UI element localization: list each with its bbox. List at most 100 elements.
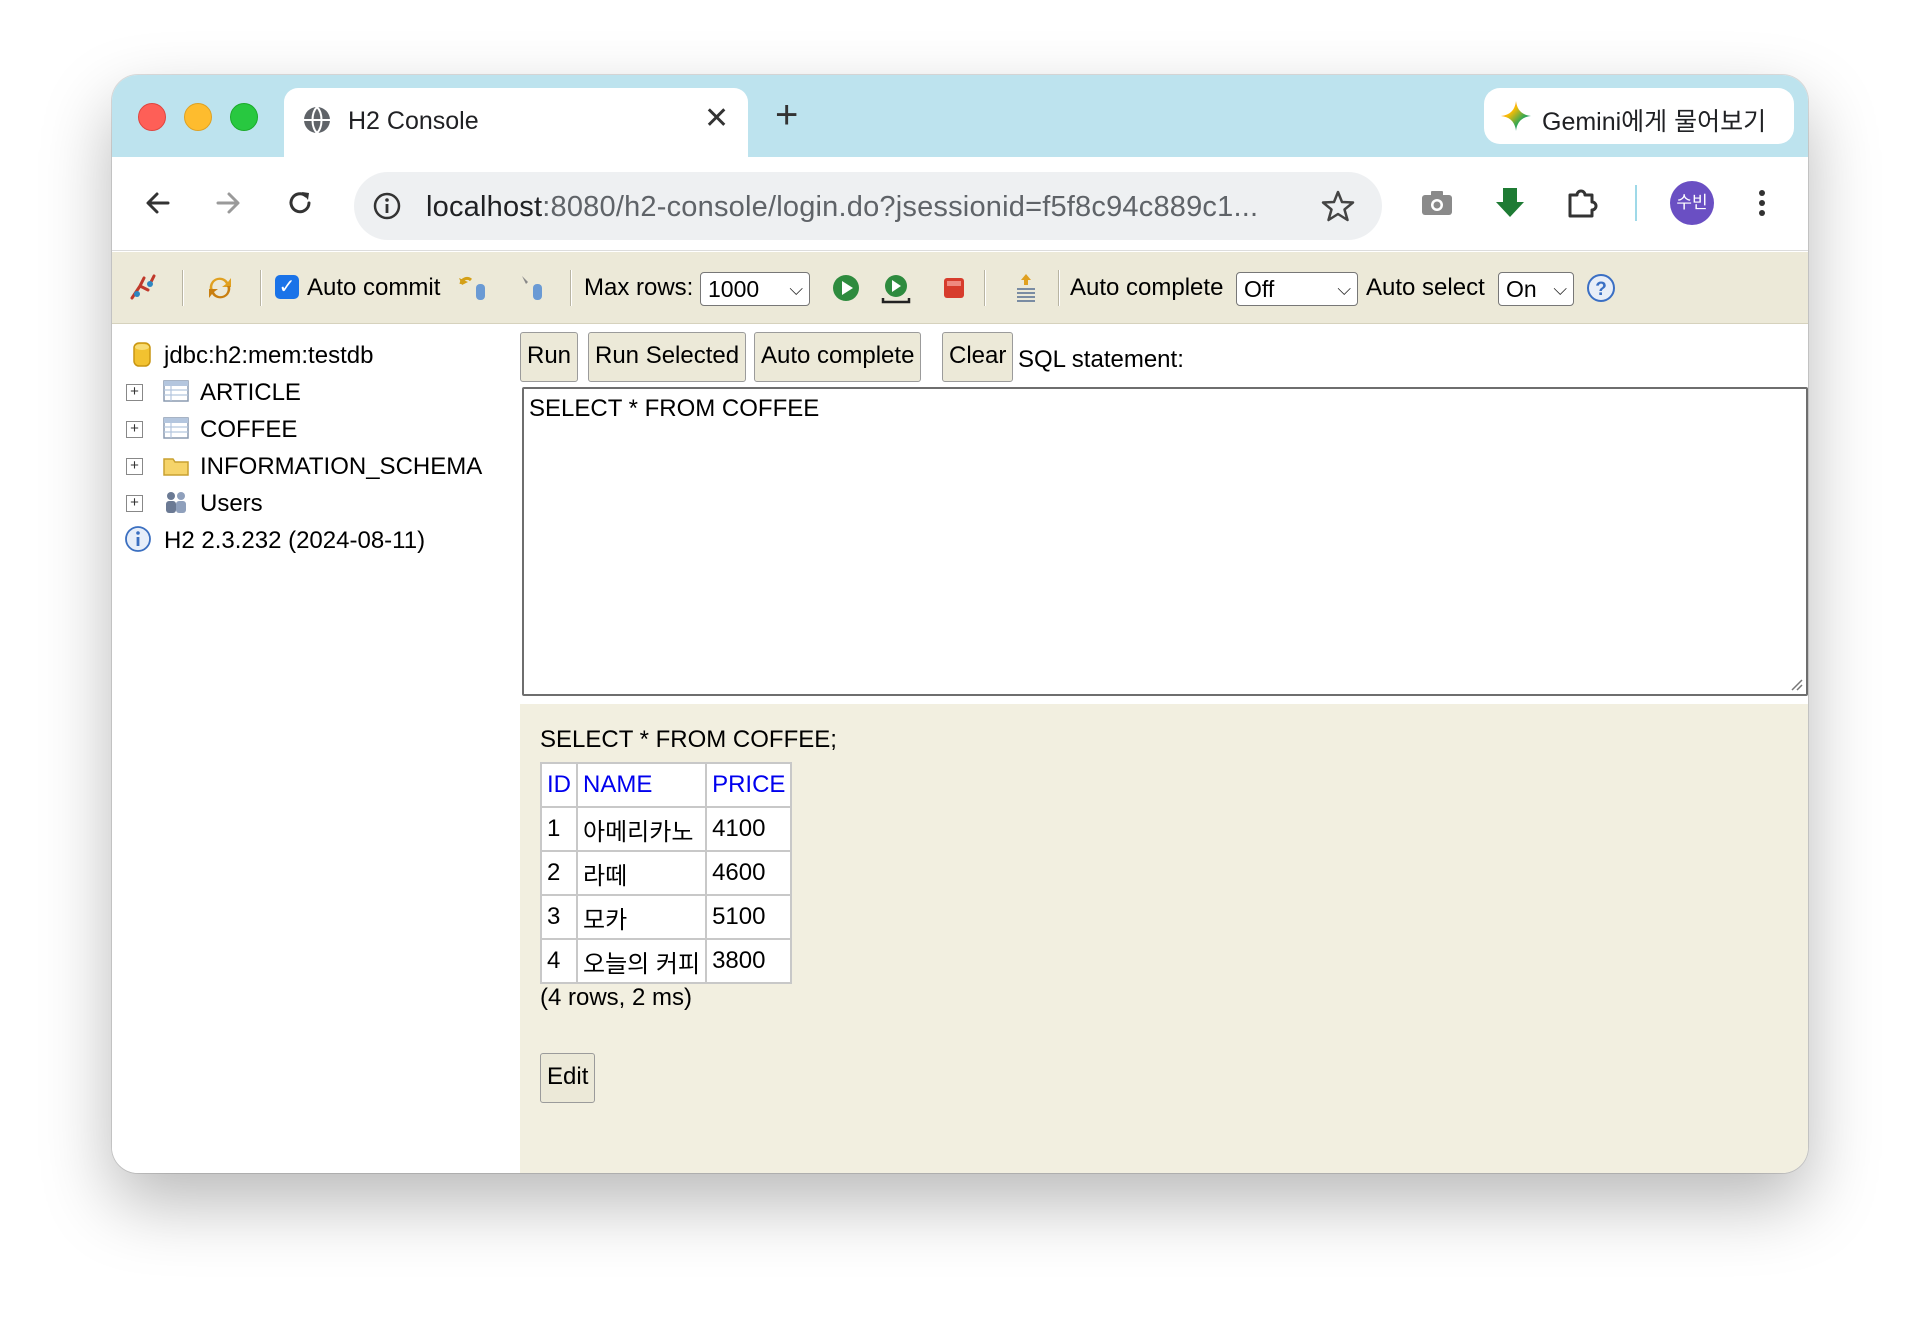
tab-close-icon[interactable]: ✕ (704, 102, 729, 136)
bookmark-star-icon[interactable] (1320, 188, 1356, 224)
site-info-icon[interactable] (372, 191, 402, 221)
table-icon (163, 417, 189, 439)
url-host: localhost (426, 191, 543, 223)
sql-statement-label: SQL statement: (1018, 346, 1184, 373)
download-icon[interactable] (1490, 183, 1530, 223)
chevron-down-icon: ⌵ (1337, 279, 1351, 299)
address-bar[interactable]: localhost:8080/h2-console/login.do?jsess… (354, 172, 1382, 240)
query-pane: Run Run Selected Auto complete Clear SQL… (520, 324, 1808, 1173)
commit-icon[interactable] (516, 272, 548, 304)
tab-h2-console[interactable]: H2 Console ✕ (284, 88, 748, 157)
cell-id: 3 (540, 894, 578, 940)
camera-icon[interactable] (1417, 183, 1457, 223)
expand-icon[interactable]: + (126, 421, 143, 438)
table-icon (163, 380, 189, 402)
cancel-icon[interactable] (938, 272, 970, 304)
new-tab-button[interactable]: + (775, 95, 798, 135)
max-rows-select[interactable]: 1000 ⌵ (700, 272, 810, 306)
auto-complete-label: Auto complete (1070, 274, 1224, 301)
cell-name: 오늘의 커피 (575, 938, 708, 984)
connection-label: jdbc:h2:mem:testdb (164, 342, 374, 369)
svg-text:?: ? (1595, 279, 1607, 300)
toolbar-separator (984, 270, 986, 306)
chevron-down-icon: ⌵ (789, 279, 803, 299)
cell-name: 모카 (575, 894, 708, 940)
table-row: 2 라떼 4600 (540, 850, 793, 896)
cell-name: 아메리카노 (575, 806, 708, 852)
tree-item-label: ARTICLE (200, 379, 301, 406)
auto-complete-select[interactable]: Off ⌵ (1236, 272, 1358, 306)
result-table: ID NAME PRICE 1 아메리카노 4100 2 라떼 4600 3 모… (540, 762, 793, 984)
edit-button[interactable]: Edit (540, 1053, 596, 1103)
auto-complete-button[interactable]: Auto complete (754, 332, 922, 382)
gemini-button[interactable]: Gemini에게 물어보기 (1484, 88, 1794, 144)
globe-icon (304, 106, 330, 134)
expand-icon[interactable]: + (126, 384, 143, 401)
help-icon[interactable]: ? (1585, 272, 1617, 304)
browser-window: H2 Console ✕ + Gemini에게 물어보기 localhost:8… (112, 75, 1808, 1173)
table-row: 4 오늘의 커피 3800 (540, 938, 793, 984)
cell-price: 5100 (705, 894, 793, 940)
resize-grip-icon[interactable] (1789, 677, 1803, 691)
info-icon (125, 526, 151, 552)
column-header[interactable]: NAME (575, 762, 708, 808)
navigation-bar: localhost:8080/h2-console/login.do?jsess… (112, 157, 1808, 251)
expand-icon[interactable]: + (126, 458, 143, 475)
cell-id: 1 (540, 806, 578, 852)
tab-strip: H2 Console ✕ + Gemini에게 물어보기 (112, 75, 1808, 157)
back-icon[interactable] (138, 183, 178, 223)
result-summary: (4 rows, 2 ms) (540, 984, 693, 1011)
auto-select-select[interactable]: On ⌵ (1498, 272, 1574, 306)
run-button[interactable]: Run (520, 332, 579, 382)
url-path: :8080/h2-console/login.do?jsessionid=f5f… (542, 191, 1259, 223)
tab-title: H2 Console (348, 107, 479, 135)
max-rows-value: 1000 (708, 276, 760, 302)
table-header-row: ID NAME PRICE (540, 762, 793, 808)
history-icon[interactable] (1010, 272, 1042, 304)
tree-item-label: COFFEE (200, 416, 298, 443)
toolbar-separator (182, 270, 184, 306)
clear-button[interactable]: Clear (942, 332, 1014, 382)
auto-commit-label: Auto commit (307, 274, 441, 301)
expand-icon[interactable]: + (126, 495, 143, 512)
auto-select-label: Auto select (1366, 274, 1485, 301)
results-panel: SELECT * FROM COFFEE; ID NAME PRICE 1 아메… (520, 704, 1808, 1173)
auto-commit-checkbox[interactable]: ✓ (275, 275, 299, 299)
cell-price: 3800 (705, 938, 793, 984)
gemini-label: Gemini에게 물어보기 (1542, 108, 1767, 136)
database-icon (133, 342, 151, 367)
schema-tree: jdbc:h2:mem:testdb + ARTICLE + COFFEE + (112, 324, 520, 1173)
version-label: H2 2.3.232 (2024-08-11) (164, 527, 426, 554)
toolbar-separator (570, 270, 572, 306)
close-window-button[interactable] (138, 103, 166, 131)
run-selected-button[interactable]: Run Selected (588, 332, 747, 382)
column-header[interactable]: ID (540, 762, 578, 808)
profile-avatar[interactable]: 수빈 (1670, 181, 1714, 225)
max-rows-label: Max rows: (584, 274, 694, 301)
minimize-window-button[interactable] (184, 103, 212, 131)
sql-editor[interactable]: SELECT * FROM COFFEE (522, 387, 1808, 696)
sql-editor-text: SELECT * FROM COFFEE (529, 395, 820, 422)
folder-icon (163, 458, 189, 476)
url-text[interactable]: localhost:8080/h2-console/login.do?jsess… (426, 191, 1258, 224)
refresh-icon[interactable] (204, 272, 236, 304)
table-row: 3 모카 5100 (540, 894, 793, 940)
reload-icon[interactable] (280, 183, 320, 223)
table-row: 1 아메리카노 4100 (540, 806, 793, 852)
query-button-row: Run Run Selected Auto complete Clear SQL… (520, 324, 1808, 384)
column-header[interactable]: PRICE (705, 762, 793, 808)
cell-id: 2 (540, 850, 578, 896)
auto-complete-value: Off (1244, 276, 1275, 302)
disconnect-icon[interactable] (128, 272, 160, 304)
forward-icon[interactable] (208, 183, 248, 223)
run-selected-icon[interactable] (880, 272, 912, 304)
executed-query: SELECT * FROM COFFEE; (540, 726, 837, 753)
chevron-down-icon: ⌵ (1553, 279, 1567, 299)
rollback-icon[interactable] (457, 272, 489, 304)
maximize-window-button[interactable] (230, 103, 258, 131)
users-icon (166, 492, 186, 513)
run-icon[interactable] (830, 272, 862, 304)
extensions-icon[interactable] (1562, 183, 1602, 223)
menu-icon[interactable] (1742, 183, 1782, 223)
h2-toolbar: ✓ Auto commit Max rows: 1000 ⌵ Auto comp… (112, 252, 1808, 324)
